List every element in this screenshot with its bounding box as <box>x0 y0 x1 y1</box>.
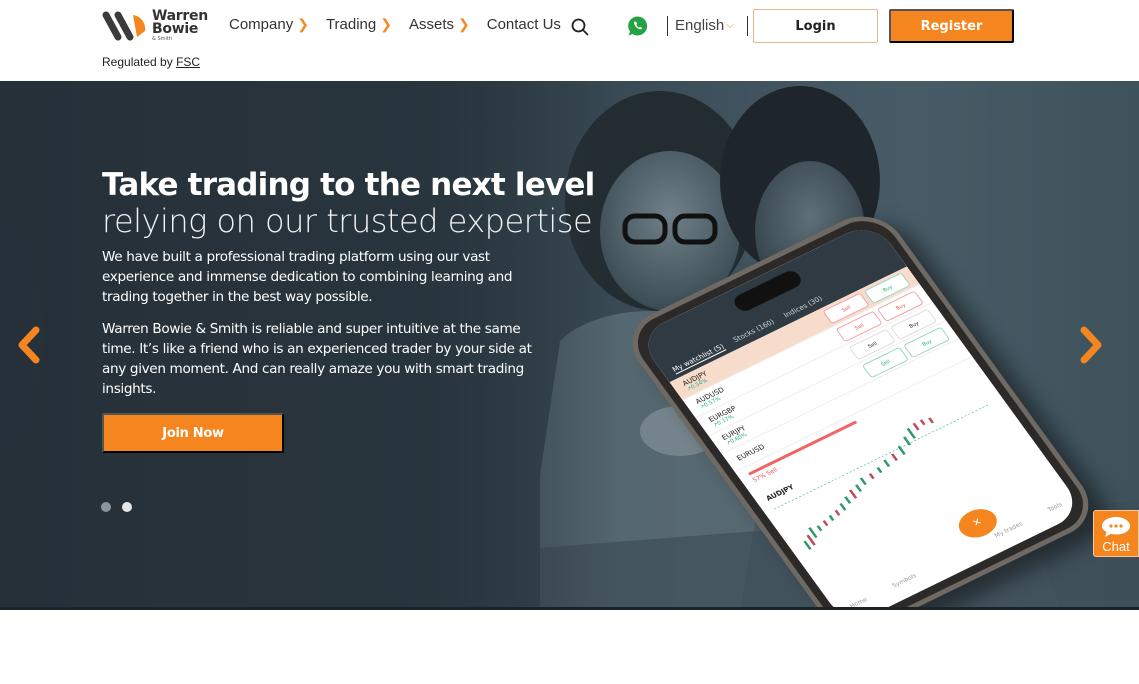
nav-label: Trading <box>325 16 377 33</box>
chevron-right-icon: ❯ <box>458 16 470 32</box>
language-label: English <box>675 17 725 34</box>
nav-contact-us[interactable]: Contact Us <box>487 16 561 33</box>
chevron-right-icon[interactable] <box>1076 324 1106 366</box>
regulated-by: Regulated by FSC <box>102 55 200 69</box>
divider <box>747 16 748 36</box>
logo-mark-icon <box>102 11 146 41</box>
language-selector[interactable]: English ⌵ <box>675 17 734 34</box>
regulator-link[interactable]: FSC <box>176 55 200 69</box>
divider <box>667 16 668 36</box>
slider-dots <box>101 502 143 512</box>
chat-label: Chat <box>1102 539 1130 554</box>
slider-dot-2[interactable] <box>122 502 132 512</box>
chevron-right-icon: ❯ <box>380 16 392 32</box>
nav-trading[interactable]: Trading ❯ <box>326 16 392 33</box>
nav-label: Company <box>229 16 294 33</box>
nav-label: Contact Us <box>486 16 561 33</box>
app-nav-item: Symbols <box>890 571 918 589</box>
hero-slider: My watchlist (5) Stocks (160) Indices (3… <box>0 81 1139 610</box>
nav-assets[interactable]: Assets ❯ <box>409 16 470 33</box>
register-button[interactable]: Register <box>889 9 1014 43</box>
hero-paragraph-1: We have built a professional trading pla… <box>102 249 513 305</box>
search-icon[interactable] <box>571 18 589 36</box>
logo[interactable]: Warren Bowie & Smith <box>101 8 211 44</box>
logo-text-bowie: Bowie <box>152 21 199 37</box>
site-header: Warren Bowie & Smith Regulated by FSC Co… <box>0 0 1139 80</box>
chevron-right-icon: ❯ <box>297 16 309 32</box>
chevron-left-icon[interactable] <box>14 324 44 366</box>
hero-bottom-edge <box>0 607 1139 610</box>
regulated-prefix: Regulated by <box>102 55 173 69</box>
nav-label: Assets <box>408 16 454 33</box>
join-now-button[interactable]: Join Now <box>102 413 284 453</box>
hero-paragraph-2: Warren Bowie & Smith is reliable and sup… <box>102 321 532 397</box>
chevron-down-icon: ⌵ <box>726 20 734 31</box>
whatsapp-icon[interactable] <box>627 15 649 37</box>
chat-bubble-icon <box>1102 517 1130 537</box>
slider-dot-1[interactable] <box>101 502 111 512</box>
hero-subtitle: relying on our trusted expertise <box>102 202 593 240</box>
main-nav: Company ❯ Trading ❯ Assets ❯ Contact Us <box>229 16 578 33</box>
chat-widget-button[interactable]: Chat <box>1093 510 1139 557</box>
app-nav-item: My trades <box>993 520 1024 539</box>
nav-company[interactable]: Company ❯ <box>229 16 309 33</box>
hero-title: Take trading to the next level <box>102 167 595 203</box>
login-button[interactable]: Login <box>753 9 878 43</box>
app-nav-item: Tools <box>1046 500 1064 514</box>
